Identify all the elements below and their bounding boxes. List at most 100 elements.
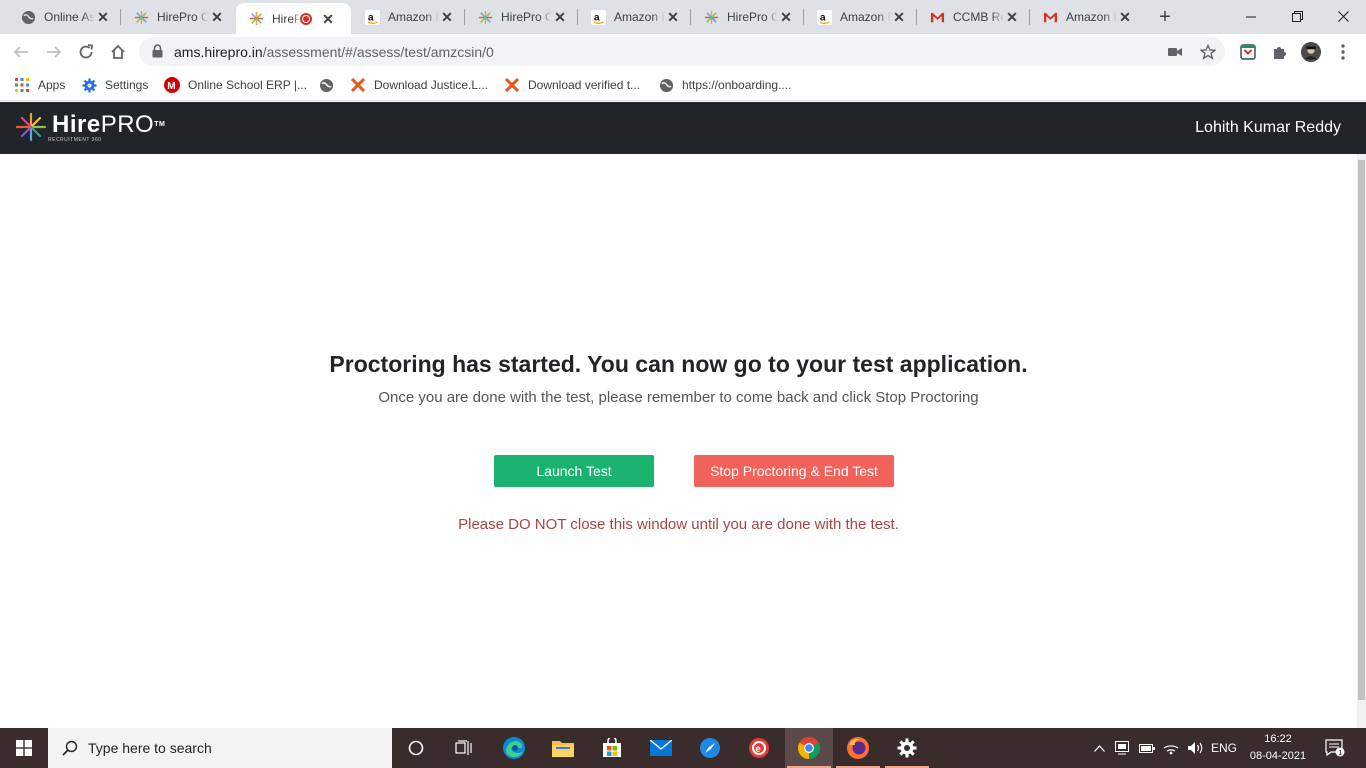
close-window-icon[interactable] <box>1320 0 1366 32</box>
globe-icon <box>318 77 334 93</box>
search-placeholder: Type here to search <box>88 740 212 756</box>
page-subline: Once you are done with the test, please … <box>378 389 979 406</box>
settings-gear-icon[interactable] <box>883 728 931 768</box>
address-bar[interactable]: ams.hirepro.in/assessment/#/assess/test/… <box>139 37 1225 66</box>
star-icon[interactable] <box>1199 43 1217 61</box>
svg-text:a: a <box>593 12 599 23</box>
tab-amazon[interactable]: a Amazon Inc ✕ <box>804 0 917 34</box>
amazon-icon: a <box>590 9 606 25</box>
bookmark-online-school-erp[interactable]: M Online School ERP |... <box>164 76 307 94</box>
user-name[interactable]: Lohith Kumar Reddy <box>1195 119 1341 137</box>
close-tab-icon[interactable]: ✕ <box>778 9 794 25</box>
new-tab-icon[interactable]: + <box>1154 7 1176 29</box>
tab-amazon-gmail[interactable]: Amazon Inc ✕ <box>1030 0 1143 34</box>
chrome-taskbar-icon[interactable] <box>785 728 833 768</box>
camera-icon[interactable] <box>1166 43 1184 61</box>
tab-hirepro-candidate[interactable]: HirePro Candidate ✕ <box>121 0 235 34</box>
back-arrow-icon[interactable] <box>9 40 33 64</box>
tab-amazon[interactable]: a Amazon Inc ✕ <box>578 0 691 34</box>
tab-title: CCMB Recruitment <box>953 10 1004 24</box>
close-tab-icon[interactable]: ✕ <box>95 9 111 25</box>
warning-message: Please DO NOT close this window until yo… <box>458 516 899 533</box>
amazon-icon: a <box>364 9 380 25</box>
tab-hirepro-candidate[interactable]: HirePro Candidate ✕ <box>465 0 578 34</box>
bookmark-label: Apps <box>38 78 66 92</box>
svg-text:a: a <box>367 12 373 23</box>
security-app-icon[interactable]: e <box>735 728 783 768</box>
show-hidden-icons-chevron-icon[interactable] <box>1090 728 1108 768</box>
tab-title: HirePro Candidate <box>501 10 552 24</box>
bookmark-globe[interactable] <box>318 76 342 94</box>
reload-icon[interactable] <box>74 40 98 64</box>
taskbar-clock[interactable]: 16:22 08-04-2021 <box>1243 731 1313 765</box>
volume-icon[interactable] <box>1185 728 1207 768</box>
battery-icon[interactable] <box>1137 728 1157 768</box>
edge-browser-icon[interactable] <box>490 728 538 768</box>
windows-start-icon[interactable] <box>0 728 48 768</box>
tray-device-icon[interactable] <box>1113 728 1133 768</box>
bookmark-download-verified[interactable]: Download verified t... <box>504 76 640 94</box>
gmail-icon <box>1042 9 1058 25</box>
tab-ccmb-gmail[interactable]: CCMB Recruitment ✕ <box>917 0 1030 34</box>
task-view-icon[interactable] <box>440 728 488 768</box>
page-headline: Proctoring has started. You can now go t… <box>329 351 1028 377</box>
bookmark-settings[interactable]: Settings <box>81 76 148 94</box>
bookmark-onboarding[interactable]: https://onboarding.... <box>658 76 791 94</box>
home-icon[interactable] <box>106 40 130 64</box>
bookmark-label: Download Justice.L... <box>374 78 489 92</box>
svg-text:M: M <box>167 81 175 92</box>
search-icon <box>62 740 78 756</box>
bookmark-download-justice[interactable]: Download Justice.L... <box>350 76 488 94</box>
bookmark-label: Online School ERP |... <box>188 78 307 92</box>
lock-icon[interactable] <box>152 44 166 58</box>
hirepro-icon <box>133 9 149 25</box>
page-scrollbar[interactable] <box>1357 154 1366 728</box>
bookmark-apps[interactable]: Apps <box>14 76 65 94</box>
close-tab-icon[interactable]: ✕ <box>439 9 455 25</box>
close-tab-icon[interactable]: ✕ <box>1004 9 1020 25</box>
close-tab-icon[interactable]: ✕ <box>891 9 907 25</box>
forward-arrow-icon[interactable] <box>42 40 66 64</box>
mail-icon[interactable] <box>637 728 685 768</box>
stop-proctoring-button[interactable]: Stop Proctoring & End Test <box>694 455 894 487</box>
tab-hirepro-active[interactable]: HirePro ✕ <box>236 3 351 34</box>
close-tab-icon[interactable]: ✕ <box>320 11 336 27</box>
profile-avatar[interactable] <box>1301 42 1321 62</box>
tab-title: Amazon Inc <box>840 10 891 24</box>
browser-toolbar: ams.hirepro.in/assessment/#/assess/test/… <box>0 34 1366 70</box>
extension-shield-icon[interactable] <box>1238 42 1258 62</box>
tab-hirepro-candidate[interactable]: HirePro Candidate ✕ <box>691 0 804 34</box>
language-indicator[interactable]: ENG <box>1209 728 1239 768</box>
close-tab-icon[interactable]: ✕ <box>209 9 225 25</box>
svg-text:e: e <box>755 744 761 755</box>
taskbar-search-box[interactable]: Type here to search <box>48 728 392 768</box>
microsoft-store-icon[interactable] <box>588 728 636 768</box>
wifi-icon[interactable] <box>1161 728 1181 768</box>
tab-amazon[interactable]: a Amazon Inc ✕ <box>352 0 465 34</box>
notification-center-icon[interactable]: 1 <box>1320 728 1350 768</box>
hirepro-logo[interactable]: HirePROTM RECRUITMENT 360 <box>14 112 165 146</box>
cortana-icon[interactable] <box>392 728 440 768</box>
logo-text-hire: Hire <box>52 111 101 138</box>
clock-time: 16:22 <box>1264 733 1292 745</box>
close-tab-icon[interactable]: ✕ <box>665 9 681 25</box>
bookmarks-bar: Apps Settings M Online School ERP |... D… <box>0 70 1366 101</box>
minimize-icon[interactable] <box>1228 0 1274 32</box>
close-tab-icon[interactable]: ✕ <box>1117 9 1133 25</box>
close-tab-icon[interactable]: ✕ <box>552 9 568 25</box>
more-menu-icon[interactable] <box>1333 42 1353 62</box>
m-logo-icon: M <box>164 77 180 93</box>
app-compass-icon[interactable] <box>686 728 734 768</box>
launch-test-button[interactable]: Launch Test <box>494 455 654 487</box>
clock-date: 08-04-2021 <box>1249 750 1307 762</box>
firefox-icon[interactable] <box>834 728 882 768</box>
restore-icon[interactable] <box>1274 0 1320 32</box>
url-host: ams.hirepro.in <box>174 44 263 60</box>
puzzle-extensions-icon[interactable] <box>1270 42 1290 62</box>
bookmark-label: Download verified t... <box>528 78 641 92</box>
file-explorer-icon[interactable] <box>539 728 587 768</box>
tab-online-assessment[interactable]: Online Assessment ✕ <box>8 0 121 34</box>
scrollbar-thumb[interactable] <box>1358 160 1365 700</box>
main-content: Proctoring has started. You can now go t… <box>0 154 1357 728</box>
logo-text-pro: PRO <box>100 111 155 138</box>
